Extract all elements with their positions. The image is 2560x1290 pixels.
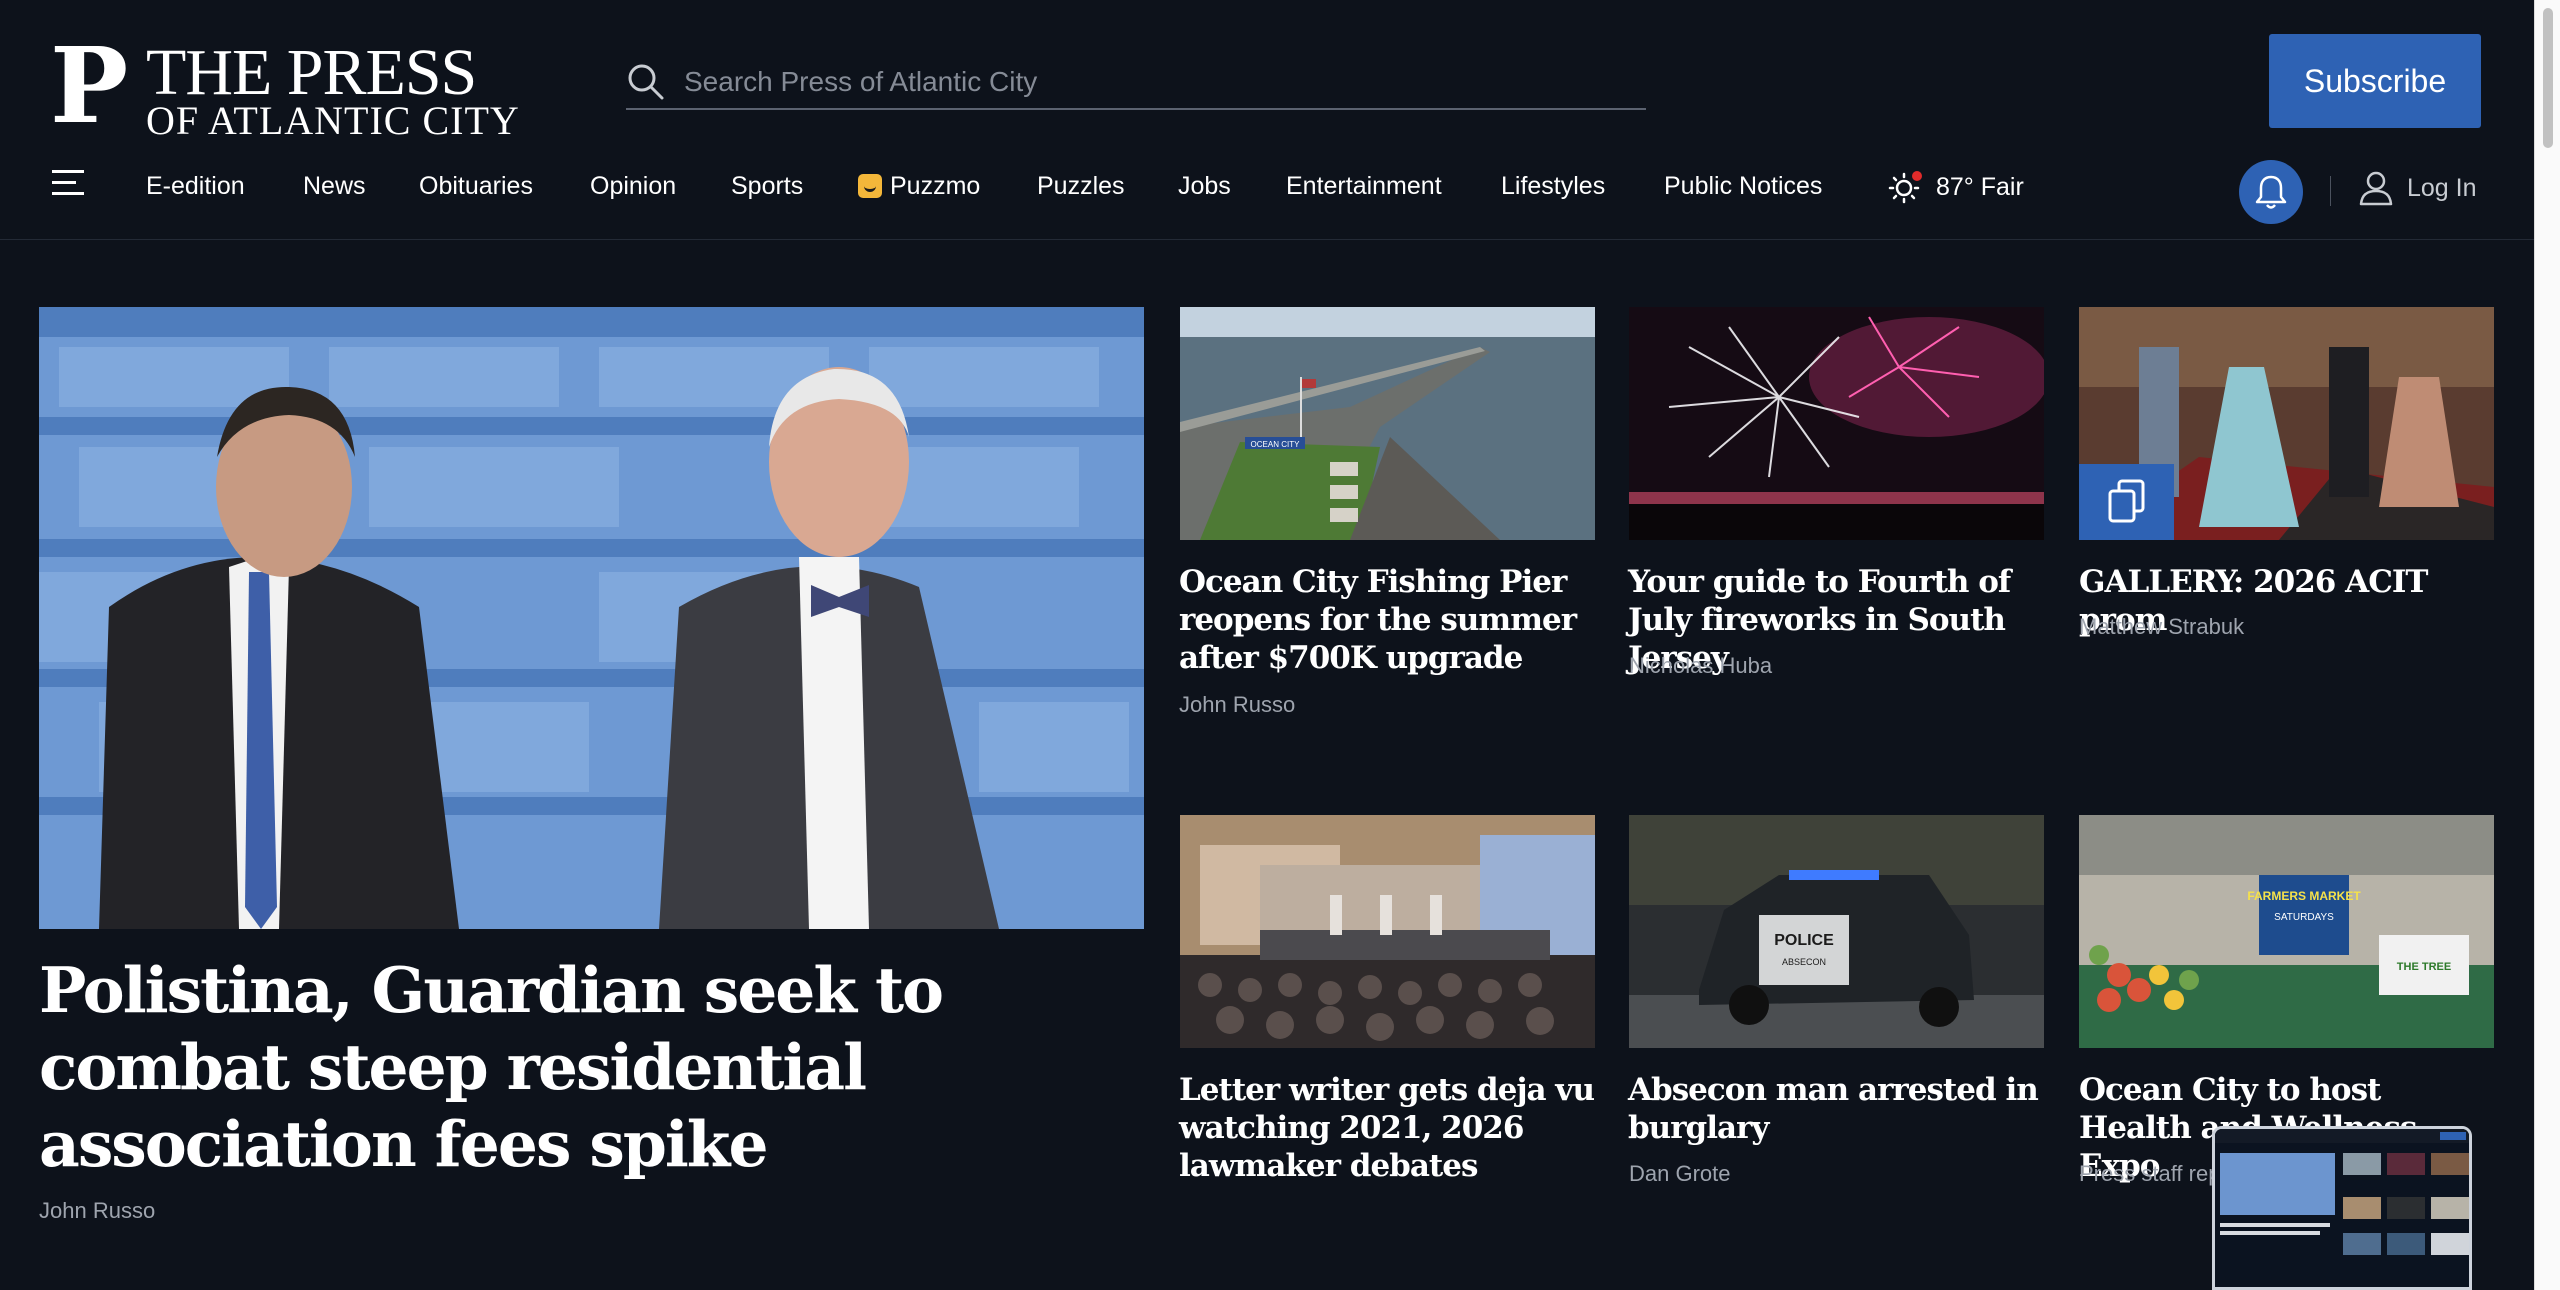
scrollbar-thumb[interactable]	[2543, 8, 2553, 148]
hero-byline[interactable]: John Russo	[39, 1198, 155, 1224]
nav-item-opinion[interactable]: Opinion	[590, 172, 676, 201]
nav-item-entertainment[interactable]: Entertainment	[1286, 172, 1442, 201]
login-label: Log In	[2407, 173, 2477, 202]
logo-wordmark: THE PRESS OF ATLANTIC CITY	[146, 36, 520, 143]
story-headline[interactable]: Absecon man arrested in burglary	[1628, 1071, 2048, 1147]
police-car-text: POLICE	[1774, 932, 1834, 949]
user-icon	[2359, 171, 2393, 206]
gallery-icon	[2108, 479, 2144, 523]
login-link[interactable]: Log In	[2359, 170, 2477, 206]
menu-icon[interactable]	[52, 170, 84, 198]
floating-video-thumbnail[interactable]	[2212, 1126, 2472, 1290]
search-icon[interactable]	[626, 62, 666, 102]
site-header: P THE PRESS OF ATLANTIC CITY Subscribe E…	[0, 0, 2534, 240]
story-headline[interactable]: Ocean City Fishing Pier reopens for the …	[1179, 563, 1599, 677]
story-image-debate[interactable]	[1180, 815, 1595, 1048]
logo-line-2: OF ATLANTIC CITY	[146, 98, 520, 143]
hero-image[interactable]	[39, 307, 1144, 929]
puzzmo-icon	[858, 174, 882, 198]
story-headline[interactable]: Letter writer gets deja vu watching 2021…	[1179, 1071, 1599, 1185]
hero-headline[interactable]: Polistina, Guardian seek to combat steep…	[39, 952, 1139, 1183]
nav-item-sports[interactable]: Sports	[731, 172, 803, 201]
search-input[interactable]	[684, 66, 1624, 98]
gallery-badge	[2079, 464, 2174, 540]
main-nav: E-edition News Obituaries Opinion Sports…	[0, 160, 2534, 224]
story-image-prom[interactable]	[2079, 307, 2494, 540]
nav-item-news[interactable]: News	[303, 172, 366, 201]
nav-divider	[2330, 176, 2331, 206]
logo-mark: P	[50, 24, 129, 147]
nav-item-jobs[interactable]: Jobs	[1178, 172, 1231, 201]
police-car-subtext: ABSECON	[1782, 957, 1826, 967]
market-sign-text: FARMERS MARKET	[2247, 889, 2361, 903]
market-sign-2-text: THE TREE	[2397, 961, 2451, 973]
story-byline[interactable]: Dan Grote	[1629, 1161, 1731, 1187]
nav-item-obituaries[interactable]: Obituaries	[419, 172, 533, 201]
weather-sun-icon	[1888, 171, 1922, 204]
nav-item-e-edition[interactable]: E-edition	[146, 172, 245, 201]
nav-item-public-notices[interactable]: Public Notices	[1664, 172, 1822, 201]
nav-item-lifestyles[interactable]: Lifestyles	[1501, 172, 1605, 201]
story-image-fireworks[interactable]	[1629, 307, 2044, 540]
subscribe-button[interactable]: Subscribe	[2269, 34, 2481, 128]
story-image-expo[interactable]: FARMERS MARKET SATURDAYS THE TREE	[2079, 815, 2494, 1048]
logo-line-1: THE PRESS	[146, 36, 477, 109]
nav-item-puzzmo[interactable]: Puzzmo	[858, 172, 980, 201]
pier-sign-text: OCEAN CITY	[1251, 440, 1301, 449]
notifications-button[interactable]	[2239, 160, 2303, 224]
market-sign-subtext: SATURDAYS	[2274, 912, 2334, 923]
story-image-police[interactable]: POLICE ABSECON	[1629, 815, 2044, 1048]
story-byline[interactable]: Nicholas Huba	[1629, 653, 1772, 679]
search-bar	[626, 56, 1646, 110]
site-logo[interactable]: P THE PRESS OF ATLANTIC CITY	[50, 24, 540, 147]
nav-item-puzzles[interactable]: Puzzles	[1037, 172, 1125, 201]
story-image-pier[interactable]: OCEAN CITY	[1180, 307, 1595, 540]
weather-text: 87° Fair	[1936, 172, 2024, 201]
page-scrollbar[interactable]	[2534, 0, 2560, 1290]
weather-widget[interactable]: 87° Fair	[1886, 166, 2024, 208]
story-byline[interactable]: John Russo	[1179, 692, 1295, 718]
story-byline[interactable]: Matthew Strabuk	[2079, 614, 2244, 640]
bell-icon	[2255, 175, 2287, 209]
